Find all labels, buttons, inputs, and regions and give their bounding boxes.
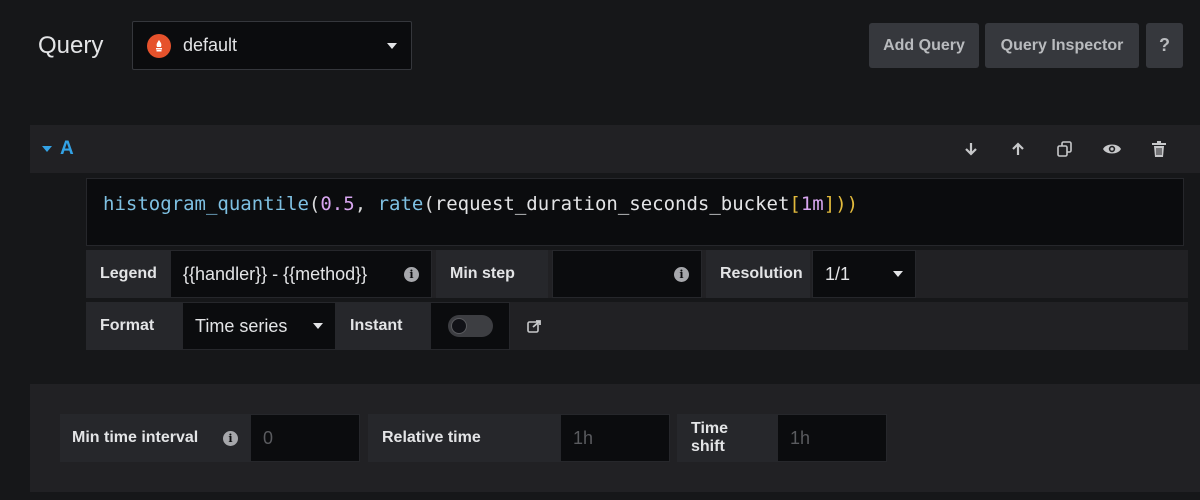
expr-duration: 1m	[800, 193, 824, 215]
chevron-down-icon	[893, 271, 903, 277]
chevron-down-icon	[387, 42, 397, 49]
prometheus-icon	[147, 33, 171, 58]
add-query-button[interactable]: Add Query	[869, 23, 979, 68]
query-options-row-1: Legend {{handler}} - {{method}} i Min st…	[86, 250, 1188, 298]
query-row-actions	[947, 125, 1182, 173]
chevron-down-icon	[42, 146, 52, 152]
min-time-interval-text: Min time interval	[72, 429, 199, 446]
relative-time-placeholder: 1h	[573, 427, 594, 448]
resolution-select[interactable]: 1/1	[812, 250, 916, 298]
min-time-interval-label: Min time interval i	[60, 414, 250, 462]
expr-separator: ,	[354, 193, 378, 215]
min-time-interval-placeholder: 0	[263, 427, 274, 448]
arrow-down-icon[interactable]	[947, 141, 994, 157]
expr-paren: (	[423, 193, 435, 215]
expr-paren: (	[308, 193, 321, 215]
toggle-knob	[450, 318, 467, 334]
query-ref-id: A	[60, 138, 74, 159]
format-select[interactable]: Time series	[182, 302, 336, 350]
legend-input[interactable]: {{handler}} - {{method}} i	[170, 250, 432, 298]
help-button[interactable]: ?	[1146, 23, 1183, 68]
expr-bracket: ]	[823, 193, 836, 215]
query-editor[interactable]: histogram_quantile(0.5, rate(request_dur…	[86, 178, 1184, 246]
min-step-input[interactable]: i	[552, 250, 702, 298]
relative-time-input[interactable]: 1h	[560, 414, 670, 462]
resolution-label: Resolution	[706, 250, 810, 298]
trash-icon[interactable]	[1135, 140, 1182, 158]
min-time-interval-input[interactable]: 0	[250, 414, 360, 462]
format-value: Time series	[195, 315, 288, 336]
relative-time-label: Relative time	[368, 414, 560, 462]
expr-metric: request_duration_seconds_bucket	[434, 193, 790, 215]
page-title: Query	[38, 32, 104, 59]
format-label: Format	[86, 302, 182, 350]
query-header: Query default Add Query Query Inspector …	[0, 0, 1200, 100]
instant-label: Instant	[336, 302, 430, 350]
time-shift-placeholder: 1h	[790, 427, 811, 448]
legend-label: Legend	[86, 250, 170, 298]
query-collapse-toggle[interactable]: A	[42, 138, 74, 160]
instant-switch-cell	[430, 302, 510, 350]
arrow-up-icon[interactable]	[994, 141, 1041, 157]
info-icon: i	[674, 266, 689, 282]
query-row-header: A	[30, 125, 1200, 173]
info-icon: i	[223, 430, 238, 446]
expr-paren: ))	[835, 193, 859, 215]
expr-bracket: [	[789, 193, 801, 215]
expr-function: rate	[377, 193, 424, 215]
eye-icon[interactable]	[1088, 142, 1135, 156]
resolution-value: 1/1	[825, 263, 851, 284]
query-options-row-2: Format Time series Instant	[86, 302, 1188, 350]
query-inspector-button[interactable]: Query Inspector	[985, 23, 1139, 68]
legend-value: {{handler}} - {{method}}	[183, 263, 368, 284]
datasource-picker[interactable]: default	[132, 21, 412, 70]
min-step-label: Min step	[436, 250, 548, 298]
expr-function: histogram_quantile	[103, 193, 309, 215]
expr-number: 0.5	[320, 193, 355, 215]
instant-toggle[interactable]	[447, 315, 493, 337]
time-shift-input[interactable]: 1h	[777, 414, 887, 462]
info-icon: i	[404, 266, 419, 282]
time-shift-label: Time shift	[677, 414, 777, 462]
chevron-down-icon	[313, 323, 323, 329]
copy-icon[interactable]	[1041, 140, 1088, 158]
open-external-icon[interactable]	[514, 302, 554, 350]
datasource-name: default	[183, 35, 238, 55]
panel-options: Min time interval i 0 Relative time 1h T…	[30, 384, 1200, 492]
